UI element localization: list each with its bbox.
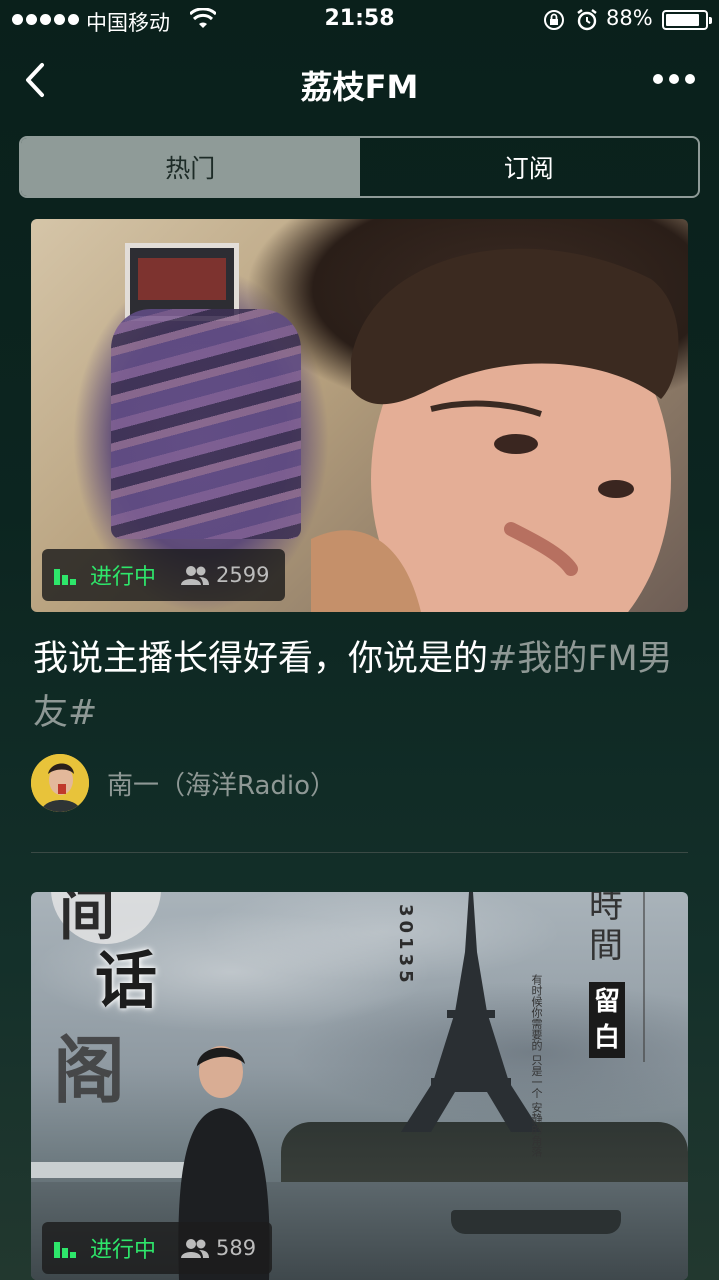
more-dots-icon [653, 74, 663, 84]
cover-number: 30135 [395, 904, 416, 987]
page-title: 荔枝FM [300, 68, 419, 106]
cover-quote: 有时候你需要的 只是一个 安静的角落 [530, 974, 543, 1157]
tab-hot[interactable]: 热门 [21, 138, 360, 196]
program-title-main: 我说主播长得好看，你说是的 [33, 639, 489, 679]
cover-line [643, 892, 645, 1062]
alarm-icon [577, 9, 597, 31]
nav-bar: 荔枝FM [0, 44, 719, 116]
author-row[interactable]: 南一（海洋Radio） [31, 754, 336, 812]
equalizer-icon [54, 1242, 76, 1258]
tab-bar: 热门 订阅 [19, 136, 700, 198]
people-icon [181, 566, 210, 585]
status-bar: 中国移动 21:58 88% [0, 0, 719, 40]
program-cover-image-2[interactable]: 间 话 阁 30135 有时候你需要的 只是一个 安静的角落 時間 留白 进行中… [31, 892, 688, 1280]
people-icon [181, 1239, 210, 1258]
cover-badge: 留白 [589, 982, 625, 1058]
avatar[interactable] [31, 754, 89, 812]
cover-char-hua: 话 [95, 944, 158, 1017]
live-status-badge: 进行中 2599 [42, 549, 285, 601]
equalizer-icon [54, 569, 76, 585]
live-status-label-2: 进行中 [90, 1238, 157, 1263]
live-status-label: 进行中 [90, 565, 157, 590]
author-name[interactable]: 南一（海洋Radio） [107, 765, 336, 802]
live-status-badge-2: 进行中 589 [42, 1222, 272, 1274]
tab-subscribed[interactable]: 订阅 [360, 138, 699, 196]
program-cover-image[interactable]: 进行中 2599 [31, 219, 688, 612]
cover-char-ge: 阁 [53, 1028, 126, 1113]
background-seat [111, 309, 301, 539]
program-title[interactable]: 我说主播长得好看，你说是的#我的FM男友# [33, 632, 693, 740]
more-button[interactable] [653, 74, 695, 84]
battery-icon [662, 10, 712, 30]
cover-heading: 時間 [589, 892, 623, 966]
background-boat [451, 1210, 621, 1234]
listener-count-2: 589 [216, 1236, 257, 1260]
divider [31, 852, 688, 853]
battery-percentage: 88% [606, 6, 653, 30]
host-portrait [311, 248, 679, 612]
listener-count: 2599 [216, 563, 270, 587]
avatar-image [31, 754, 89, 812]
rotation-lock-icon [544, 10, 564, 30]
battery-fill [666, 14, 699, 26]
